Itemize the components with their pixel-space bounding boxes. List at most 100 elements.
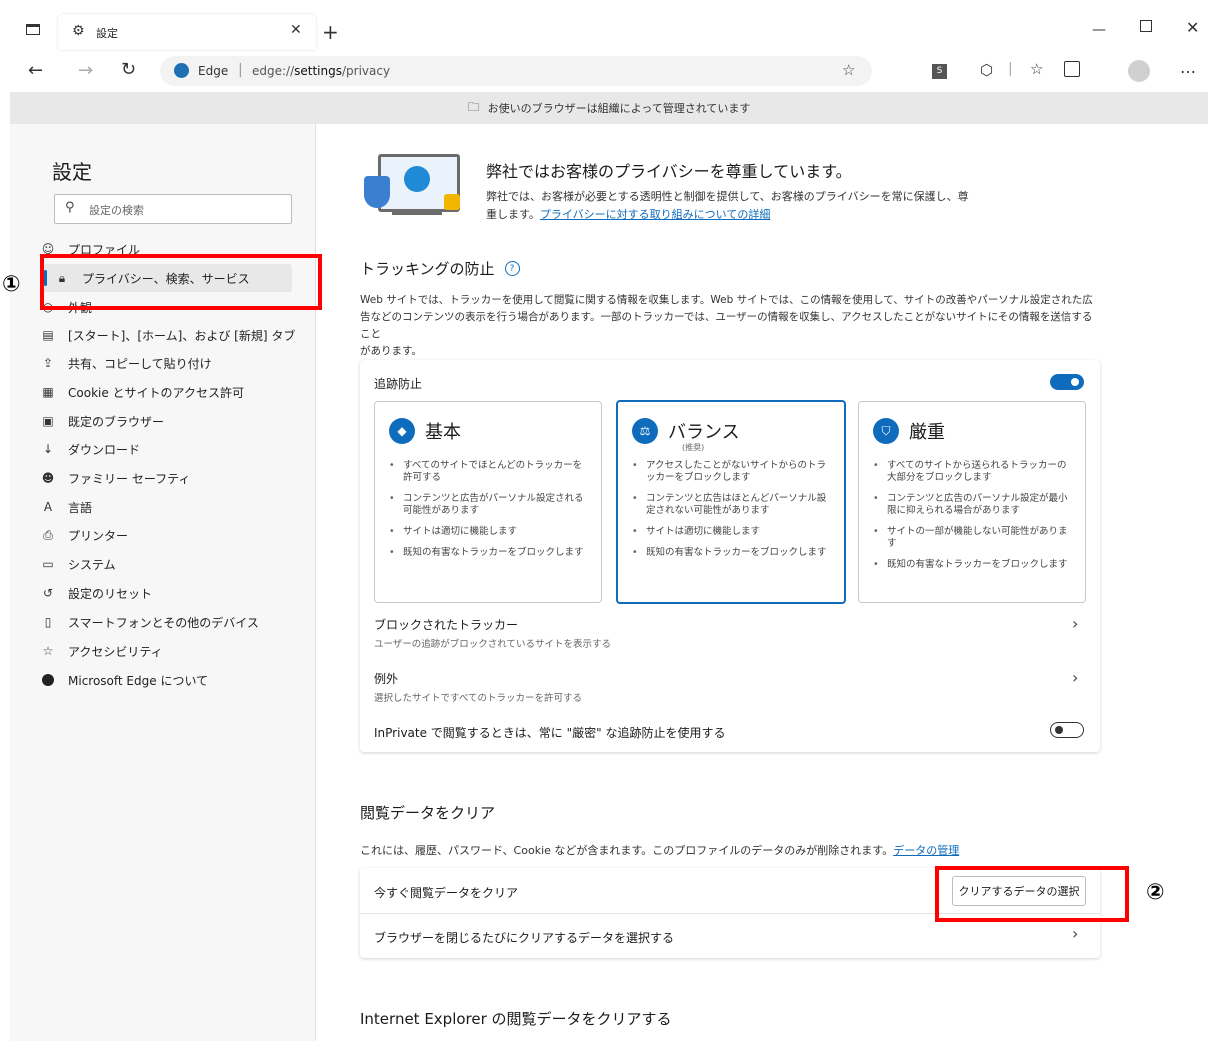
computer-icon: ▭ <box>42 557 54 571</box>
sidebar-item-phone[interactable]: ▯ スマートフォンとその他のデバイス <box>40 609 259 635</box>
title-bar: ⚙ 設定 ✕ + — ✕ <box>0 0 1208 50</box>
tab-settings[interactable]: ⚙ 設定 ✕ <box>58 14 316 50</box>
tab-actions-icon[interactable] <box>26 24 40 35</box>
sidebar-item-default-browser[interactable]: ▣ 既定のブラウザー <box>40 408 164 434</box>
extensions-puzzle-icon[interactable]: ⬡ <box>980 61 993 79</box>
sidebar-item-cookies[interactable]: ▦ Cookie とサイトのアクセス許可 <box>40 379 244 405</box>
level-bullet: 既知の有害なトラッカーをブロックします <box>389 547 589 559</box>
privacy-illustration <box>360 152 460 222</box>
clear-now-label: 今すぐ閲覧データをクリア <box>374 886 519 900</box>
clear-data-heading: 閲覧データをクリア <box>360 804 496 822</box>
favorite-star-icon[interactable]: ☆ <box>842 61 855 79</box>
forward-arrow-icon[interactable]: → <box>78 60 93 81</box>
help-icon[interactable]: ? <box>504 261 520 276</box>
sidebar-item-system[interactable]: ▭ システム <box>40 551 115 577</box>
annotation-marker-2: ② <box>1146 880 1165 905</box>
close-tab-icon[interactable]: ✕ <box>290 22 302 38</box>
level-bullet: 既知の有害なトラッカーをブロックします <box>632 547 832 559</box>
cookie-icon: ▦ <box>42 385 54 399</box>
extension-icon[interactable]: S <box>932 64 947 79</box>
level-strict-option[interactable]: ⛉厳重 すべてのサイトから送られるトラッカーの大部分をブロックします コンテンツ… <box>858 401 1086 603</box>
address-brand: Edge <box>198 64 229 78</box>
sidebar-title: 設定 <box>52 160 92 184</box>
annotation-marker-1: ① <box>2 272 21 297</box>
managed-banner: 🗀 お使いのブラウザーは組織によって管理されています <box>10 92 1208 124</box>
tracking-card: 追跡防止 ◆基本 すべてのサイトでほとんどのトラッカーを許可する コンテンツと広… <box>360 360 1100 752</box>
back-arrow-icon[interactable]: ← <box>28 60 43 81</box>
basic-icon: ◆ <box>389 418 415 444</box>
sidebar-item-accessibility[interactable]: ☆ アクセシビリティ <box>40 638 163 664</box>
annotation-box-1 <box>40 254 322 310</box>
sidebar-item-reset[interactable]: ↺ 設定のリセット <box>40 580 152 606</box>
close-window-icon[interactable]: ✕ <box>1186 18 1199 37</box>
chevron-right-icon: › <box>1072 614 1079 633</box>
toolbar-separator: | <box>1008 61 1013 77</box>
sidebar-item-family[interactable]: ☻ ファミリー セーフティ <box>40 465 191 491</box>
level-basic-option[interactable]: ◆基本 すべてのサイトでほとんどのトラッカーを許可する コンテンツと広告がパーソ… <box>374 401 602 603</box>
reset-icon: ↺ <box>42 586 54 600</box>
language-icon: A <box>43 500 53 514</box>
family-icon: ☻ <box>41 471 55 485</box>
search-icon: ⚲ <box>65 200 75 215</box>
tracking-card-title: 追跡防止 <box>374 377 423 391</box>
manage-data-link[interactable]: データの管理 <box>893 844 959 857</box>
level-bullet: 既知の有害なトラッカーをブロックします <box>873 559 1073 571</box>
favorites-icon[interactable]: ☆ <box>1030 60 1043 78</box>
search-placeholder: 設定の検索 <box>89 204 144 217</box>
level-bullet: コンテンツと広告はほとんどパーソナル設定されない可能性があります <box>632 493 832 517</box>
browser-icon: ▣ <box>42 414 54 428</box>
recommended-label: (推奨) <box>682 443 705 452</box>
toggle-knob <box>1055 726 1063 734</box>
tracking-description: Web サイトでは、トラッカーを使用して閲覧に関する情報を収集します。Web サ… <box>360 294 1093 357</box>
managed-notice: お使いのブラウザーは組織によって管理されています <box>487 102 751 115</box>
clear-data-description: これには、履歴、パスワード、Cookie などが含まれます。このプロファイルのデ… <box>360 844 960 857</box>
level-bullet: コンテンツと広告がパーソナル設定される可能性があります <box>389 493 589 517</box>
profile-avatar[interactable] <box>1128 60 1150 82</box>
level-bullet: コンテンツと広告のパーソナル設定が最小限に抑えられる場合があります <box>873 493 1073 517</box>
exceptions-row[interactable]: 例外 選択したサイトですべてのトラッカーを許可する › <box>360 664 1100 704</box>
tab-title: 設定 <box>96 27 118 40</box>
privacy-commitment-link[interactable]: プライバシーに対する取り組みについての詳細 <box>540 208 770 221</box>
share-icon: ⇪ <box>42 356 54 370</box>
shield-icon: ⛉ <box>873 418 899 444</box>
sidebar-item-downloads[interactable]: ↓ ダウンロード <box>40 436 140 462</box>
monitor-stand <box>392 210 442 215</box>
sidebar-item-printers[interactable]: ⎙ プリンター <box>40 522 128 548</box>
settings-search-input[interactable]: ⚲ 設定の検索 <box>54 194 292 224</box>
collections-icon[interactable] <box>1064 61 1080 77</box>
address-url[interactable]: edge://settings/privacy <box>252 64 390 78</box>
sidebar-item-about[interactable]: Microsoft Edge について <box>40 667 208 693</box>
sidebar-item-start-home[interactable]: ▤ [スタート]、[ホーム]、および [新規] タブ <box>40 322 295 348</box>
sidebar-item-share[interactable]: ⇪ 共有、コピーして貼り付け <box>40 350 212 376</box>
level-bullet: サイトは適切に機能します <box>632 526 832 538</box>
shield-icon <box>364 176 390 208</box>
annotation-box-2 <box>935 866 1129 922</box>
level-bullet: すべてのサイトでほとんどのトラッカーを許可する <box>389 460 589 484</box>
printer-icon: ⎙ <box>43 527 53 542</box>
chevron-right-icon: › <box>1072 924 1079 943</box>
chevron-right-icon: › <box>1072 668 1079 687</box>
maximize-icon[interactable] <box>1140 20 1152 32</box>
toggle-knob <box>1071 378 1079 386</box>
more-menu-icon[interactable]: … <box>1180 58 1196 77</box>
balance-scale-icon: ⚖ <box>632 418 658 444</box>
edge-logo-icon <box>40 672 56 688</box>
level-bullet: サイトは適切に機能します <box>389 526 589 538</box>
accessibility-icon: ☆ <box>42 644 54 658</box>
gear-icon: ⚙ <box>72 23 85 39</box>
address-bar[interactable]: Edge | edge://settings/privacy ☆ <box>160 56 872 86</box>
download-icon: ↓ <box>42 442 54 456</box>
refresh-icon[interactable]: ↻ <box>121 59 136 80</box>
tracking-toggle[interactable] <box>1050 374 1084 390</box>
edge-logo-icon <box>174 63 189 78</box>
edge-logo-icon <box>404 166 430 192</box>
inprivate-row: InPrivate で閲覧するときは、常に "厳密" な追跡防止を使用する <box>360 716 1100 746</box>
tracking-heading: トラッキングの防止 ? <box>360 258 520 279</box>
sidebar-item-languages[interactable]: A 言語 <box>40 494 92 520</box>
minimize-icon[interactable]: — <box>1092 22 1106 38</box>
inprivate-toggle[interactable] <box>1050 722 1084 738</box>
level-bullet: サイトの一部が機能しない可能性があります <box>873 526 1073 550</box>
new-tab-button[interactable]: + <box>322 20 339 44</box>
level-balanced-option[interactable]: ⚖バランス (推奨) アクセスしたことがないサイトからのトラッカーをブロックしま… <box>616 400 846 604</box>
blocked-trackers-row[interactable]: ブロックされたトラッカー ユーザーの追跡がブロックされているサイトを表示する › <box>360 610 1100 650</box>
